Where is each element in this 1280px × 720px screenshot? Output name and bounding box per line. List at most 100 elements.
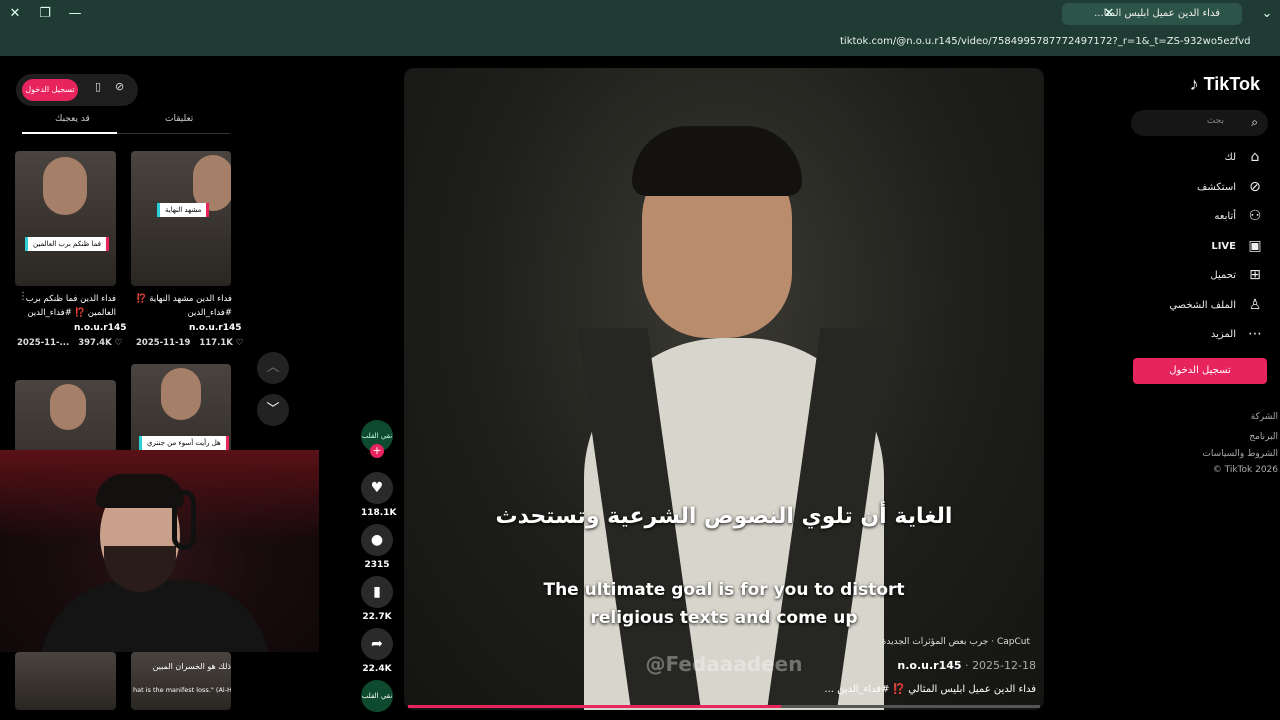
card-user[interactable]: n.o.u.r145 [74, 323, 126, 333]
card-likes: 117.1K [199, 338, 233, 348]
minimize-window-icon[interactable]: — [64, 0, 86, 28]
like-action[interactable]: ♥ 118.1K [361, 472, 397, 518]
nav-explore[interactable]: استكشف ⊘ [1197, 176, 1264, 198]
thumbnail-caption: ذلك هو الخسران المبين [152, 662, 231, 671]
sound-avatar[interactable]: نقي القلب [361, 680, 393, 712]
card-date: 2025-11-... [17, 338, 70, 348]
card-likes: 397.4K [78, 338, 112, 348]
nav-label: LIVE [1211, 240, 1236, 252]
side-login-button[interactable]: تسجيل الدخول [22, 79, 78, 101]
video-progress-fill [408, 705, 781, 708]
nav-for-you[interactable]: لك ⌂ [1225, 146, 1264, 168]
comment-count: 2315 [364, 560, 390, 570]
browser-tab-bar: ✕ ❐ — + فداء الدين عميل ابليس المثا... ✕… [0, 0, 1280, 28]
video-thumbnail[interactable]: فما ظنكم برب العالمين [15, 151, 116, 286]
capcut-link[interactable]: CapCut · جرب بعض المؤثرات الجديدة [882, 637, 1030, 647]
heart-icon[interactable]: ♥ [361, 472, 393, 504]
card-meta: 2025-11-... 397.4K ♡ [17, 338, 122, 348]
subtitle-arabic: الغاية أن تلوي النصوص الشرعية وتستحدث [495, 504, 953, 529]
card-title[interactable]: فداء الدين فما ظنكم برب العالمين ⁉️ #فدا… [16, 292, 116, 320]
thumbnail-overlay: فما ظنكم برب العالمين [25, 237, 110, 251]
subtitle-english-line: The ultimate goal is for you to distort [543, 580, 905, 600]
nav-label: لك [1224, 151, 1236, 163]
previous-video-icon[interactable]: ︿ [257, 352, 289, 384]
video-figure-hair [632, 126, 802, 196]
nav-more[interactable]: المزيد ⋯ [1211, 323, 1264, 345]
video-thumbnail[interactable]: مشهد النهاية [131, 151, 231, 286]
subtitle-english-line: religious texts and come up [590, 608, 858, 628]
follow-button[interactable]: + [370, 444, 384, 458]
save-action[interactable]: ▮ 22.7K [361, 576, 393, 622]
login-button[interactable]: تسجيل الدخول [1133, 358, 1267, 384]
card-date: 2025-11-19 [136, 338, 191, 348]
video-progress-bar[interactable] [408, 705, 1040, 708]
nav-upload[interactable]: تحميل ⊞ [1210, 264, 1264, 286]
nav-label: أتابعه [1214, 210, 1236, 222]
search-input[interactable]: بحث ⌕ [1131, 110, 1268, 136]
headphones-icon [172, 490, 196, 550]
footer-company[interactable]: الشركة [1251, 412, 1278, 422]
tab-comments[interactable]: تعليقات [165, 114, 193, 124]
tab-active-indicator [22, 132, 117, 134]
following-icon: ⚇ [1248, 208, 1262, 224]
nav-label: المزيد [1210, 328, 1236, 340]
video-date: 2025-12-18 [972, 659, 1036, 672]
next-video-icon[interactable]: ﹀ [257, 394, 289, 426]
save-count: 22.7K [362, 612, 392, 622]
footer-program[interactable]: البرنامج [1249, 432, 1278, 442]
nav-label: تحميل [1210, 269, 1236, 281]
search-icon[interactable]: ⌕ [1251, 115, 1258, 130]
comment-icon[interactable]: ● [361, 524, 393, 556]
browser-tab[interactable]: فداء الدين عميل ابليس المثا... [1062, 3, 1242, 25]
upload-icon: ⊞ [1249, 267, 1261, 283]
close-window-icon[interactable]: ✕ [4, 0, 26, 28]
phone-icon[interactable]: ▯ [95, 80, 101, 93]
webcam-person-body [40, 580, 270, 652]
thumbnail-overlay: مشهد النهاية [157, 203, 210, 217]
card-menu-icon[interactable]: ⋮ [18, 291, 28, 302]
nav-label: استكشف [1197, 181, 1236, 193]
share-count: 22.4K [362, 664, 392, 674]
footer-copyright: © TikTok 2026 [1212, 465, 1278, 475]
video-thumbnail[interactable]: ذلك هو الخسران المبين hat is the manifes… [131, 652, 231, 710]
video-thumbnail[interactable] [15, 652, 116, 710]
subtitle-english: The ultimate goal is for you to distort … [404, 576, 1044, 632]
thumbnail-face [161, 368, 201, 420]
footer-terms[interactable]: الشروط والسياسات [1202, 449, 1278, 459]
video-player[interactable]: الغاية أن تلوي النصوص الشرعية وتستحدث Th… [404, 68, 1044, 710]
webcam-overlay [0, 450, 319, 652]
card-title[interactable]: فداء الدين مشهد النهاية ⁉️ #فداء_الدين [132, 292, 232, 320]
search-placeholder: بحث [1206, 116, 1224, 126]
video-author[interactable]: n.o.u.r145 [897, 659, 961, 672]
card-meta: 2025-11-19 117.1K ♡ [136, 338, 243, 348]
thumbnail-caption: hat is the manifest loss." (Al-Hajj:1 [133, 686, 231, 694]
more-icon: ⋯ [1248, 326, 1262, 342]
profile-icon: ♙ [1248, 297, 1262, 313]
thumbnail-face [50, 384, 86, 430]
url-field[interactable]: tiktok.com/@n.o.u.r145/video/75849957877… [840, 28, 1251, 56]
video-caption[interactable]: فداء الدين عميل ابليس المثالي ⁉️ #فداء_ا… [824, 684, 1036, 695]
compass-icon: ⊘ [1249, 179, 1261, 195]
nav-following[interactable]: أتابعه ⚇ [1214, 205, 1264, 227]
thumbnail-overlay: هل رأيت أسوء من جنتري [139, 436, 229, 450]
tiktok-logo[interactable]: ♪ TikTok [1190, 74, 1260, 95]
share-arrow-icon[interactable]: ➦ [361, 628, 393, 660]
tab-you-may-like[interactable]: قد يعجبك [55, 114, 90, 124]
close-tab-icon[interactable]: ✕ [1098, 0, 1120, 28]
like-count: 118.1K [361, 508, 397, 518]
comment-action[interactable]: ● 2315 [361, 524, 393, 570]
nav-label: الملف الشخصي [1169, 299, 1236, 311]
live-icon: ▣ [1248, 238, 1262, 254]
compass-icon[interactable]: ⊘ [115, 80, 124, 93]
nav-live[interactable]: LIVE ▣ [1211, 235, 1264, 257]
heart-outline-icon: ♡ [114, 338, 123, 348]
heart-outline-icon: ♡ [235, 338, 244, 348]
share-action[interactable]: ➦ 22.4K [361, 628, 393, 674]
video-author-line: n.o.u.r145 · 2025-12-18 [897, 659, 1036, 672]
tab-search-icon[interactable]: ⌄ [1256, 0, 1278, 28]
nav-profile[interactable]: الملف الشخصي ♙ [1169, 294, 1264, 316]
webcam-person-hair [96, 474, 184, 508]
bookmark-icon[interactable]: ▮ [361, 576, 393, 608]
card-user[interactable]: n.o.u.r145 [189, 323, 241, 333]
restore-window-icon[interactable]: ❐ [34, 0, 56, 28]
